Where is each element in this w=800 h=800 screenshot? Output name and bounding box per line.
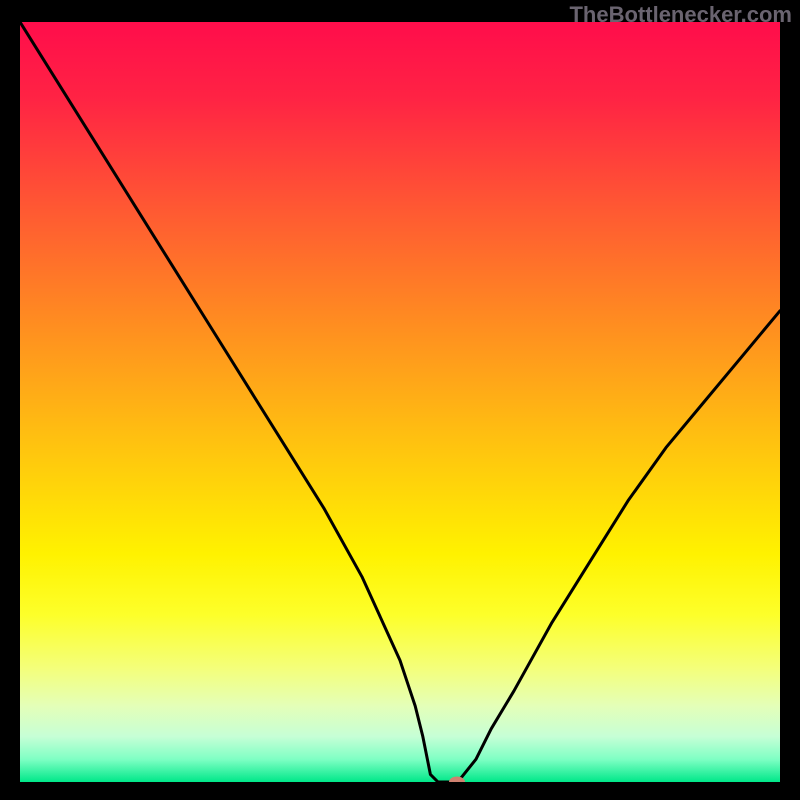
chart-svg (20, 22, 780, 782)
chart-plot-area (20, 22, 780, 782)
watermark-text: TheBottlenecker.com (569, 2, 792, 28)
chart-frame: TheBottlenecker.com (0, 0, 800, 800)
gradient-background (20, 22, 780, 782)
